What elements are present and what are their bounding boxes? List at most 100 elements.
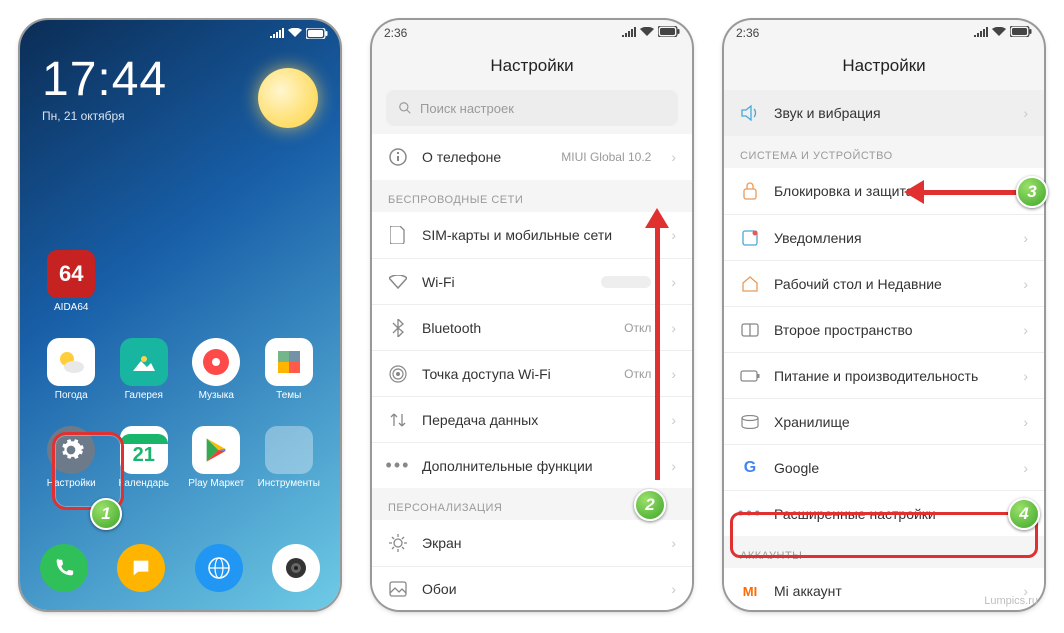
step-badge-4: 4 [1008, 498, 1040, 530]
row-label: SIM-карты и мобильные сети [422, 227, 657, 243]
row-label: Передача данных [422, 412, 657, 428]
dock-browser-icon[interactable] [195, 544, 243, 592]
aida64-icon: 64 [47, 250, 95, 298]
app-play-store[interactable]: Play Маркет [185, 426, 248, 500]
bluetooth-icon [388, 318, 408, 338]
app-tools-folder[interactable]: Инструменты [258, 426, 321, 500]
row-label: О телефоне [422, 149, 547, 165]
row-value: Откл [624, 367, 651, 381]
signal-icon [622, 26, 636, 40]
data-icon [388, 410, 408, 430]
search-placeholder: Поиск настроек [420, 101, 514, 116]
row-label: Экран [422, 535, 657, 551]
chevron-right-icon: › [671, 227, 676, 243]
row-label: Питание и производительность [774, 368, 1009, 384]
row-wallpaper[interactable]: Обои › [372, 566, 692, 610]
wifi-icon [388, 272, 408, 292]
notifications-icon [740, 228, 760, 248]
row-label: Точка доступа Wi-Fi [422, 366, 610, 382]
chevron-right-icon: › [671, 581, 676, 597]
phone-settings: 2:36 Настройки Поиск настроек О телефоне… [372, 20, 692, 610]
row-label: Google [774, 460, 1009, 476]
info-icon [388, 147, 408, 167]
row-bluetooth[interactable]: Bluetooth Откл › [372, 304, 692, 350]
row-sim[interactable]: SIM-карты и мобильные сети › [372, 212, 692, 258]
row-hotspot[interactable]: Точка доступа Wi-Fi Откл › [372, 350, 692, 396]
chevron-right-icon: › [671, 149, 676, 165]
search-input[interactable]: Поиск настроек [386, 90, 678, 126]
calendar-icon: 21 [120, 426, 168, 474]
dock-camera-icon[interactable] [272, 544, 320, 592]
weather-moon-icon[interactable] [258, 68, 318, 128]
wifi-icon [640, 26, 654, 40]
chevron-right-icon: › [671, 412, 676, 428]
wifi-icon [288, 28, 302, 38]
dock-messages-icon[interactable] [117, 544, 165, 592]
row-value: Откл [624, 321, 651, 335]
image-icon [388, 579, 408, 599]
row-storage[interactable]: Хранилище › [724, 398, 1044, 444]
chevron-right-icon: › [1023, 105, 1028, 121]
chevron-right-icon: › [671, 320, 676, 336]
signal-icon [974, 26, 988, 40]
arrow-left [920, 190, 1020, 195]
app-label: Календарь [119, 478, 169, 500]
google-icon: G [740, 458, 760, 478]
phone-settings-scrolled: 2:36 Настройки Звук и вибрация › СИСТЕМА… [724, 20, 1044, 610]
highlight-box-settings [52, 432, 124, 510]
row-label: Bluetooth [422, 320, 610, 336]
sim-icon [388, 225, 408, 245]
app-music[interactable]: Музыка [185, 338, 248, 412]
sun-icon [388, 533, 408, 553]
app-themes[interactable]: Темы [258, 338, 321, 412]
app-label: Темы [276, 390, 301, 412]
row-label: Дополнительные функции [422, 458, 657, 474]
second-space-icon [740, 320, 760, 340]
section-system: СИСТЕМА И УСТРОЙСТВО [724, 136, 1044, 168]
chevron-right-icon: › [671, 535, 676, 551]
chevron-right-icon: › [671, 366, 676, 382]
signal-icon [270, 28, 284, 38]
row-label: Wi-Fi [422, 274, 587, 290]
arrow-left-head [904, 180, 924, 204]
chevron-right-icon: › [1023, 230, 1028, 246]
step-badge-3: 3 [1016, 176, 1048, 208]
row-value-blur [601, 276, 651, 288]
chevron-right-icon: › [1023, 460, 1028, 476]
app-gallery[interactable]: Галерея [113, 338, 176, 412]
app-aida64[interactable]: 64 AIDA64 [40, 250, 103, 324]
dock [20, 544, 340, 592]
row-notifications[interactable]: Уведомления › [724, 214, 1044, 260]
search-icon [398, 101, 412, 115]
gallery-icon [120, 338, 168, 386]
sound-icon [740, 103, 760, 123]
row-sound[interactable]: Звук и вибрация › [724, 90, 1044, 136]
app-weather[interactable]: Погода [40, 338, 103, 412]
battery-icon [1010, 26, 1032, 40]
step-badge-1: 1 [90, 498, 122, 530]
row-home-recents[interactable]: Рабочий стол и Недавние › [724, 260, 1044, 306]
dock-phone-icon[interactable] [40, 544, 88, 592]
weather-icon [47, 338, 95, 386]
section-wireless: БЕСПРОВОДНЫЕ СЕТИ [372, 180, 692, 212]
row-second-space[interactable]: Второе пространство › [724, 306, 1044, 352]
app-label: AIDA64 [54, 302, 88, 324]
row-google[interactable]: G Google › [724, 444, 1044, 490]
row-data-usage[interactable]: Передача данных › [372, 396, 692, 442]
row-battery[interactable]: Питание и производительность › [724, 352, 1044, 398]
row-label: Звук и вибрация [774, 105, 1009, 121]
row-display[interactable]: Экран › [372, 520, 692, 566]
battery-icon [306, 28, 328, 39]
status-bar: 2:36 [372, 20, 692, 46]
music-icon [192, 338, 240, 386]
themes-icon [265, 338, 313, 386]
app-label: Музыка [199, 390, 234, 412]
more-icon: ••• [388, 456, 408, 476]
battery-perf-icon [740, 366, 760, 386]
row-about-phone[interactable]: О телефоне MIUI Global 10.2 › [372, 134, 692, 180]
row-label: Уведомления [774, 230, 1009, 246]
row-wifi[interactable]: Wi-Fi › [372, 258, 692, 304]
row-more[interactable]: ••• Дополнительные функции › [372, 442, 692, 488]
row-label: Хранилище [774, 414, 1009, 430]
folder-icon [265, 426, 313, 474]
